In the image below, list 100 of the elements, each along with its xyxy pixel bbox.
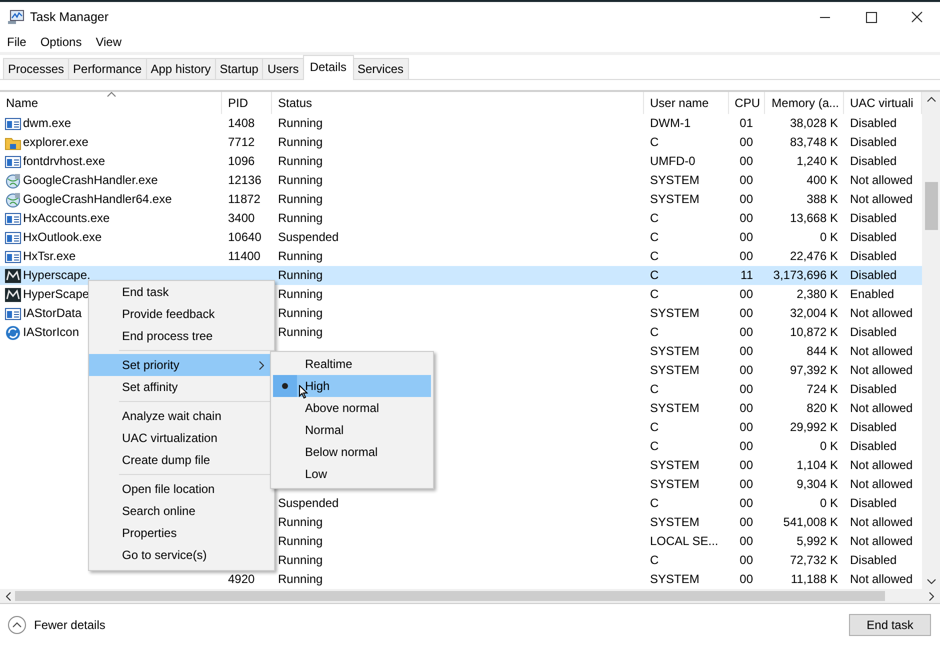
table-cell-text: 00 [740, 286, 753, 303]
table-cell-text: Running [278, 248, 323, 265]
menu-item[interactable]: Realtime [273, 353, 431, 375]
table-cell-text: Running [278, 172, 323, 189]
table-cell-text: Enabled [850, 286, 894, 303]
table-cell-text: HyperScape [23, 286, 90, 303]
app-window-icon [5, 230, 21, 246]
circular-arrows-icon [5, 324, 21, 340]
column-header[interactable]: Name [0, 92, 222, 114]
table-cell-text: 3,173,696 K [773, 267, 838, 284]
menu-item[interactable]: Normal [273, 419, 431, 441]
table-cell-text: Not allowed [850, 362, 913, 379]
table-cell-text: 00 [740, 191, 753, 208]
table-cell-text: Disabled [850, 210, 897, 227]
table-cell-text: 00 [740, 495, 753, 512]
table-cell-text: Disabled [850, 115, 897, 132]
horizontal-scrollbar[interactable] [0, 589, 940, 604]
table-cell-text: 00 [740, 476, 753, 493]
menu-item[interactable]: Below normal [273, 441, 431, 463]
collapse-chevron-icon[interactable] [8, 616, 26, 634]
menu-item[interactable]: Go to service(s) [89, 544, 274, 566]
tab[interactable]: Processes [3, 58, 70, 79]
tab[interactable]: Services [352, 58, 409, 79]
column-header[interactable]: PID [222, 92, 272, 114]
table-cell-text: 388 K [806, 191, 838, 208]
table-cell-text: GoogleCrashHandler.exe [23, 172, 158, 189]
table-cell-text: 01 [740, 115, 753, 132]
fewer-details-link[interactable]: Fewer details [34, 618, 106, 632]
menu-item[interactable]: Options [40, 35, 82, 49]
scroll-left-icon [6, 592, 11, 600]
tab[interactable]: Details [302, 55, 354, 80]
table-cell-text: 00 [740, 305, 753, 322]
table-cell-text: 83,748 K [790, 134, 838, 151]
menu-item[interactable]: Provide feedback [89, 303, 274, 325]
tab[interactable]: Startup [214, 58, 264, 79]
table-cell-text: Running [278, 514, 323, 531]
table-cell-text: 00 [740, 419, 753, 436]
table-cell-text: 1,104 K [796, 457, 838, 474]
menu-item[interactable]: Search online [89, 500, 274, 522]
table-cell-text: 0 K [820, 495, 838, 512]
tab[interactable]: Users [262, 58, 304, 79]
table-cell-text: C [650, 552, 659, 569]
table-cell-text: SYSTEM [650, 191, 700, 208]
table-cell-text: fontdrvhost.exe [23, 153, 106, 170]
scroll-right-icon [929, 592, 934, 600]
scrollbar-thumb[interactable] [924, 182, 938, 230]
table-cell-text: 9,304 K [796, 476, 838, 493]
table-cell-text: 00 [740, 457, 753, 474]
table-cell-text: 820 K [806, 400, 838, 417]
table-cell-text: 97,392 K [790, 362, 838, 379]
table-cell-text: C [650, 134, 659, 151]
end-task-button[interactable]: End task [849, 614, 931, 636]
selected-row[interactable]: Hyperscape. Running C 11 3,173,696 K Disabled [0, 266, 922, 285]
table-cell-text: 00 [740, 229, 753, 246]
menu-item[interactable]: Properties [89, 522, 274, 544]
column-header[interactable]: CPU [729, 92, 765, 114]
vertical-scrollbar[interactable] [922, 92, 940, 589]
menu-item[interactable]: Above normal [273, 397, 431, 419]
table-cell-text: Not allowed [850, 457, 913, 474]
table-cell-text: 00 [740, 552, 753, 569]
menu-item[interactable]: Open file location [89, 478, 274, 500]
scrollbar-thumb[interactable] [15, 591, 885, 601]
sort-caret-icon [106, 92, 116, 97]
table-cell-text: 00 [740, 381, 753, 398]
table-cell-text: 5,992 K [796, 533, 838, 550]
column-header[interactable]: Status [272, 92, 644, 114]
menu-item[interactable]: View [96, 35, 122, 49]
table-cell-text: C [650, 210, 659, 227]
table-cell-text: Running [278, 153, 323, 170]
menu-item[interactable]: File [7, 35, 26, 49]
table-cell-text: Running [278, 552, 323, 569]
table-cell-text: SYSTEM [650, 571, 700, 588]
table-cell-text: C [650, 381, 659, 398]
table-cell-text: C [650, 286, 659, 303]
table-cell-text: HxAccounts.exe [23, 210, 110, 227]
app-window-icon [5, 210, 21, 226]
menu-item[interactable]: UAC virtualization [89, 427, 274, 449]
table-cell-text: 00 [740, 210, 753, 227]
table-cell-text: C [650, 267, 659, 284]
menu-item[interactable]: High [273, 375, 431, 397]
menu-item[interactable]: Set affinity [89, 376, 274, 398]
table-cell-text: 1096 [228, 153, 255, 170]
table-cell-text: 11400 [228, 248, 260, 265]
table-cell-text: 72,732 K [790, 552, 838, 569]
table-cell-text: HxOutlook.exe [23, 229, 102, 246]
menu-item[interactable]: Low [273, 463, 431, 485]
column-header[interactable]: User name [644, 92, 729, 114]
table-cell-text: Disabled [850, 134, 897, 151]
table-cell-text: Disabled [850, 552, 897, 569]
menu-item[interactable]: Create dump file [89, 449, 274, 471]
menu-item[interactable]: Analyze wait chain [89, 405, 274, 427]
menu-item[interactable]: End process tree [89, 325, 274, 347]
table-cell-text: 1,240 K [796, 153, 838, 170]
tab[interactable]: Performance [68, 58, 147, 79]
table-cell-text: 00 [740, 248, 753, 265]
table-cell-text: Running [278, 305, 323, 322]
table-cell-text: LOCAL SE... [650, 533, 718, 550]
column-header[interactable]: Memory (a... [765, 92, 844, 114]
tab[interactable]: App history [146, 58, 216, 79]
table-cell-text: 3400 [228, 210, 255, 227]
